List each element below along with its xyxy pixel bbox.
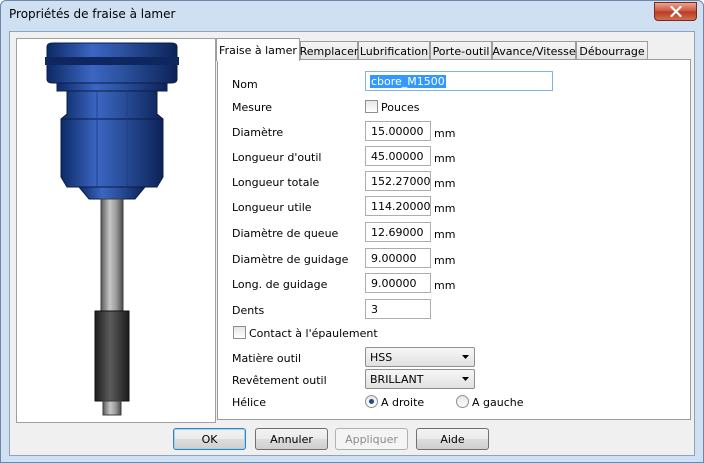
diameter-unit: mm — [434, 127, 456, 140]
usable-length-input[interactable]: 114.20000 — [365, 196, 431, 216]
pilot-length-label: Long. de guidage — [232, 278, 328, 291]
teeth-label: Dents — [232, 304, 265, 317]
chevron-down-icon — [462, 355, 469, 359]
close-icon — [669, 6, 682, 17]
tool-material-value: HSS — [370, 351, 393, 364]
pilot-length-unit: mm — [434, 279, 456, 292]
inches-checkbox[interactable] — [365, 100, 378, 113]
overall-length-label: Longueur totale — [232, 176, 320, 189]
pilot-diameter-input[interactable]: 9.00000 — [365, 248, 431, 268]
tab-avance-vitesse[interactable]: Avance/Vitesse — [492, 41, 576, 60]
overall-length-unit: mm — [434, 177, 456, 190]
helix-left-radio[interactable] — [456, 395, 469, 408]
dialog-window: Propriétés de fraise à lamer Fraise à la… — [0, 0, 704, 463]
tool-length-unit: mm — [434, 152, 456, 165]
shoulder-contact-label: Contact à l'épaulement — [249, 327, 378, 340]
helix-left-label: A gauche — [472, 396, 524, 409]
name-label: Nom — [232, 78, 258, 91]
tab-strip: Fraise à lamer Remplacer Lubrification P… — [216, 38, 656, 61]
pilot-diameter-label: Diamètre de guidage — [232, 253, 349, 266]
overall-length-input[interactable]: 152.27000 — [365, 171, 431, 191]
usable-length-unit: mm — [434, 202, 456, 215]
tab-lubrification[interactable]: Lubrification — [358, 41, 430, 60]
tool-coating-value: BRILLANT — [370, 373, 424, 386]
helix-right-label: A droite — [381, 396, 425, 409]
tab-porte-outil[interactable]: Porte-outil — [430, 41, 492, 60]
title-bar[interactable]: Propriétés de fraise à lamer — [1, 1, 703, 29]
name-input[interactable]: cbore_M1500 — [365, 71, 553, 91]
tool-coating-select[interactable]: BRILLANT — [365, 369, 475, 389]
apply-button[interactable]: Appliquer — [335, 428, 408, 450]
helix-right-radio[interactable] — [365, 395, 378, 408]
usable-length-label: Longueur utile — [232, 201, 312, 214]
tab-debourrage[interactable]: Débourrage — [576, 41, 648, 60]
cancel-button[interactable]: Annuler — [255, 428, 328, 450]
chevron-down-icon — [462, 377, 469, 381]
tool-length-input[interactable]: 45.00000 — [365, 146, 431, 166]
teeth-input[interactable]: 3 — [365, 299, 431, 319]
tool-material-label: Matière outil — [232, 352, 302, 365]
shank-diameter-input[interactable]: 12.69000 — [365, 222, 431, 242]
pilot-length-input[interactable]: 9.00000 — [365, 273, 431, 293]
help-button[interactable]: Aide — [416, 428, 489, 450]
shank-diameter-label: Diamètre de queue — [232, 227, 339, 240]
diameter-label: Diamètre — [232, 126, 284, 139]
measure-label: Mesure — [232, 101, 273, 114]
tab-panel: Nom cbore_M1500 Mesure Pouces Diamètre 1… — [217, 59, 691, 420]
diameter-input[interactable]: 15.00000 — [365, 121, 431, 141]
tool-preview — [16, 38, 216, 423]
inches-label: Pouces — [381, 101, 420, 114]
window-title: Propriétés de fraise à lamer — [9, 7, 176, 21]
shank-diameter-unit: mm — [434, 228, 456, 241]
close-button[interactable] — [654, 2, 697, 21]
name-value: cbore_M1500 — [370, 75, 446, 88]
tab-fraise-a-lamer[interactable]: Fraise à lamer — [216, 38, 300, 61]
counterbore-tool-image — [45, 42, 179, 416]
shoulder-contact-checkbox[interactable] — [233, 326, 246, 339]
helix-label: Hélice — [232, 396, 266, 409]
ok-button[interactable]: OK — [173, 428, 246, 450]
tool-length-label: Longueur d'outil — [232, 151, 322, 164]
tab-remplacer[interactable]: Remplacer — [300, 41, 358, 60]
dialog-client-area: Fraise à lamer Remplacer Lubrification P… — [9, 31, 695, 456]
pilot-diameter-unit: mm — [434, 254, 456, 267]
tool-material-select[interactable]: HSS — [365, 347, 475, 367]
tool-coating-label: Revêtement outil — [232, 374, 327, 387]
